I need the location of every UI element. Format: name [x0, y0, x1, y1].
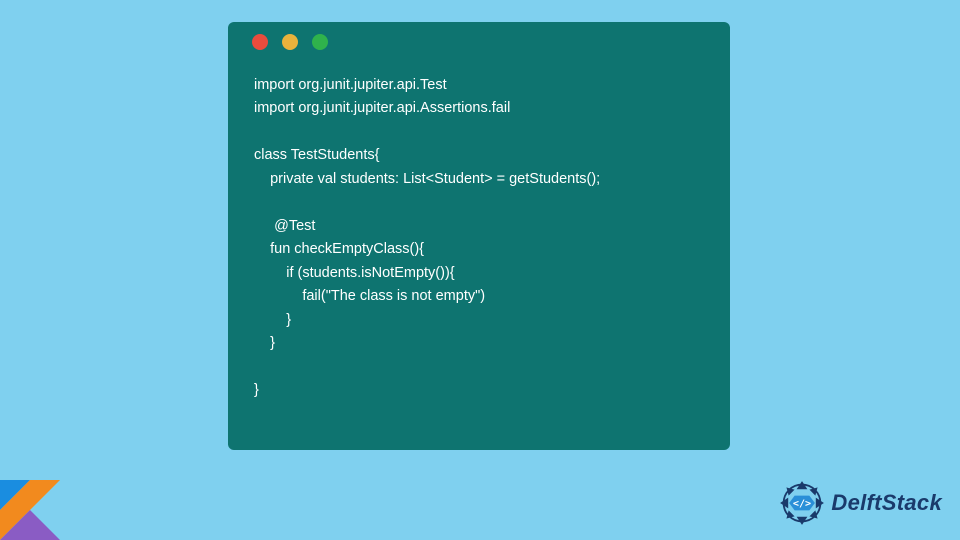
window-titlebar — [228, 22, 730, 62]
brand-name: DelftStack — [831, 490, 942, 516]
brand-logo-icon: </> — [779, 480, 825, 526]
code-block: import org.junit.jupiter.api.Test import… — [228, 62, 730, 403]
minimize-icon — [282, 34, 298, 50]
brand: </> DelftStack — [779, 480, 942, 526]
close-icon — [252, 34, 268, 50]
maximize-icon — [312, 34, 328, 50]
svg-text:</>: </> — [793, 499, 811, 510]
kotlin-logo-icon — [0, 480, 60, 540]
code-window: import org.junit.jupiter.api.Test import… — [228, 22, 730, 450]
